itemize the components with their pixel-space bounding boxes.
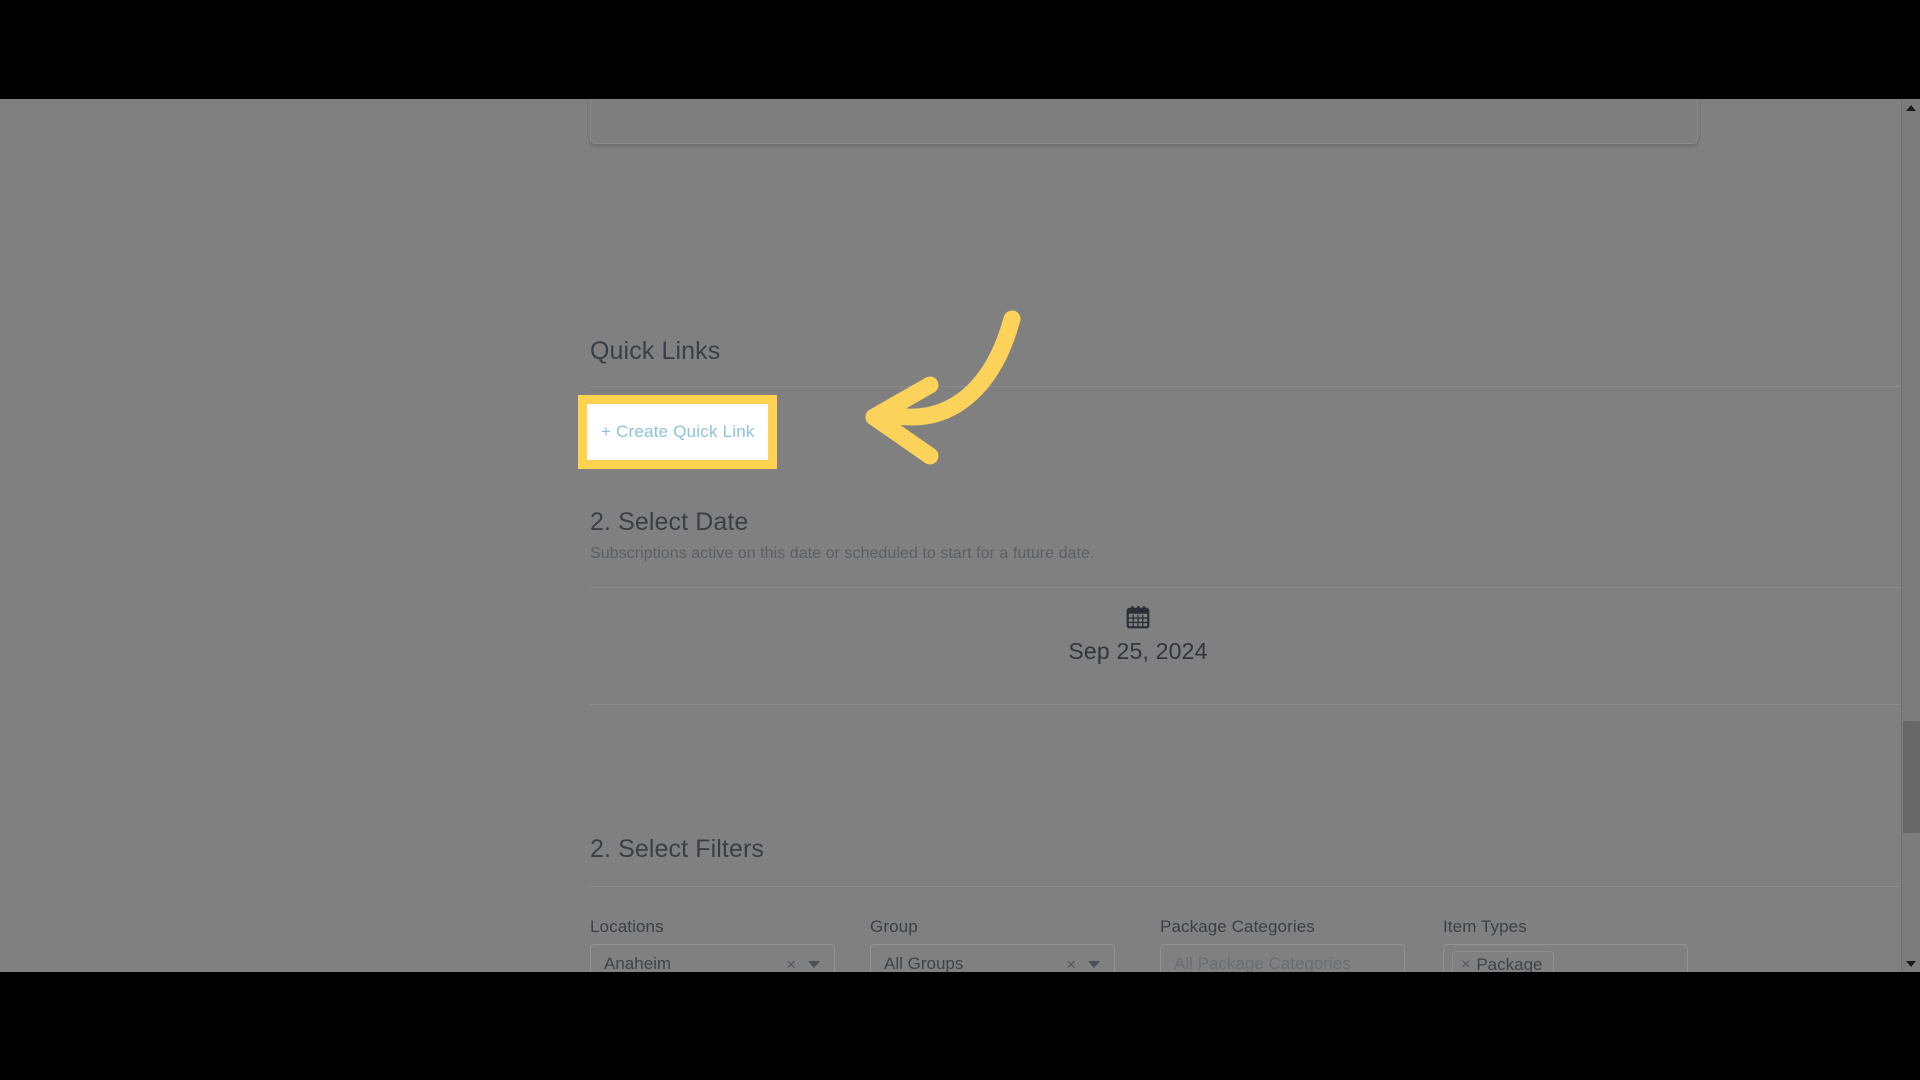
- field-label-locations: Locations: [590, 917, 664, 936]
- item-types-chip-package[interactable]: × Package: [1452, 950, 1554, 973]
- field-item-types: Item Types × Package: [1443, 917, 1688, 972]
- select-date-subtitle: Subscriptions active on this date or sch…: [590, 545, 1095, 562]
- scroll-down-arrow-button[interactable]: [1902, 955, 1920, 972]
- annotation-arrow-icon: [865, 310, 1021, 465]
- chip-label: Package: [1476, 954, 1543, 973]
- chevron-down-icon[interactable]: [1088, 960, 1100, 968]
- locations-clear-icon[interactable]: ×: [780, 956, 808, 973]
- calendar-icon: [1126, 606, 1150, 629]
- field-label-item-types: Item Types: [1443, 917, 1527, 936]
- browser-viewport: Quick Links + Create Quick Link 2. Selec…: [0, 99, 1920, 972]
- select-date-divider-top: [590, 587, 1920, 588]
- field-label-package-categories: Package Categories: [1160, 917, 1315, 936]
- selected-date-value: Sep 25, 2024: [1068, 638, 1208, 664]
- select-date-divider-bottom: [590, 704, 1920, 705]
- chevron-up-icon: [1906, 104, 1916, 111]
- date-picker[interactable]: Sep 25, 2024: [590, 604, 1686, 665]
- select-filters-heading: 2. Select Filters: [590, 835, 764, 863]
- create-quick-link-highlight: + Create Quick Link: [578, 395, 777, 469]
- package-categories-placeholder: All Package Categories: [1174, 954, 1351, 972]
- chevron-down-icon[interactable]: [808, 960, 820, 968]
- select-filters-divider: [590, 886, 1920, 887]
- chevron-down-icon: [1906, 960, 1916, 967]
- field-package-categories: Package Categories All Package Categorie…: [1160, 917, 1405, 972]
- locations-select[interactable]: Anaheim ×: [590, 944, 835, 972]
- scroll-up-arrow-button[interactable]: [1902, 99, 1920, 116]
- chip-remove-icon[interactable]: ×: [1461, 956, 1470, 973]
- create-quick-link-button[interactable]: + Create Quick Link: [587, 404, 768, 460]
- select-date-heading: 2. Select Date: [590, 508, 749, 536]
- screenshot-root: Quick Links + Create Quick Link 2. Selec…: [0, 0, 1920, 1080]
- scrollbar-thumb[interactable]: [1903, 721, 1920, 833]
- field-label-group: Group: [870, 917, 918, 936]
- field-group: Group All Groups ×: [870, 917, 1115, 972]
- group-value: All Groups: [884, 954, 964, 972]
- item-types-select[interactable]: × Package: [1443, 944, 1688, 972]
- package-categories-select[interactable]: All Package Categories: [1160, 944, 1405, 972]
- top-panel-card: [590, 99, 1698, 144]
- page-content: Quick Links + Create Quick Link 2. Selec…: [0, 99, 1920, 972]
- vertical-scrollbar[interactable]: [1901, 99, 1920, 972]
- locations-value: Anaheim: [604, 954, 672, 972]
- group-clear-icon[interactable]: ×: [1060, 956, 1088, 973]
- quick-links-heading: Quick Links: [590, 337, 721, 365]
- quick-links-divider: [590, 386, 1920, 387]
- group-select[interactable]: All Groups ×: [870, 944, 1115, 972]
- field-locations: Locations Anaheim ×: [590, 917, 835, 972]
